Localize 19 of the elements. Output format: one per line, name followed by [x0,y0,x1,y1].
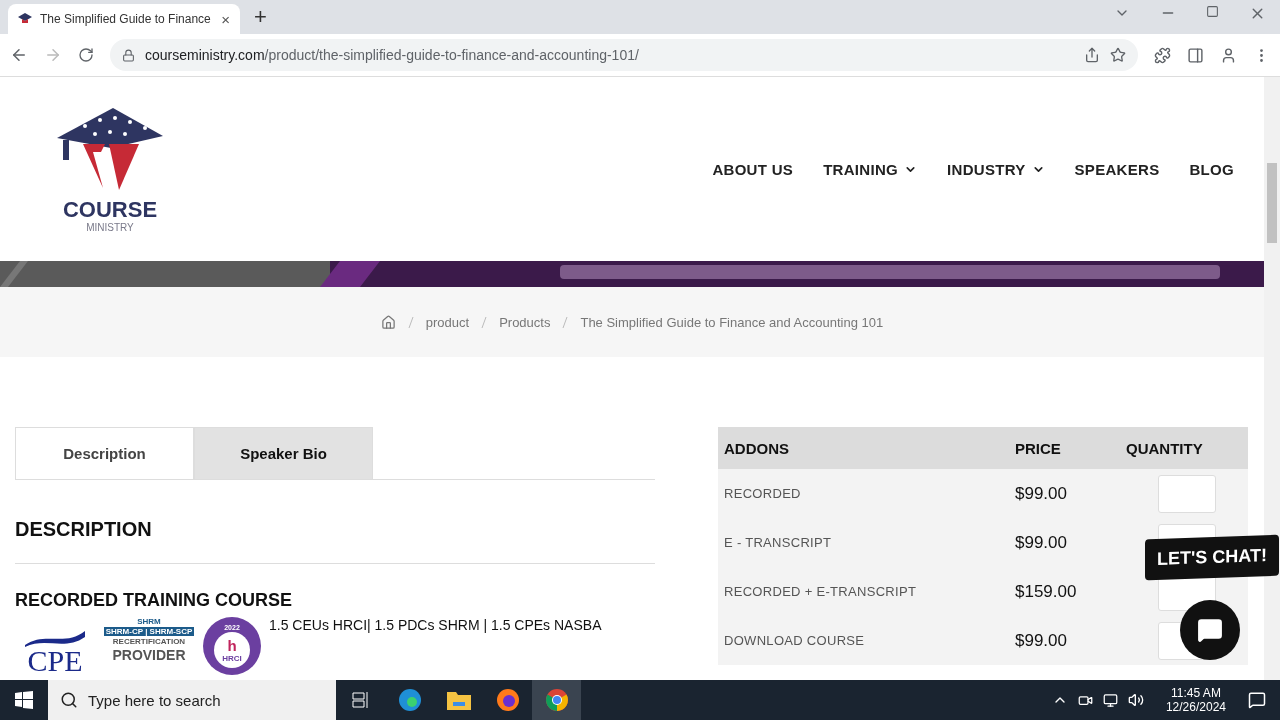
price-cell-text: $99.00 [1015,630,1068,651]
price-cell-text: $99.00 [1015,532,1068,553]
column-header: ADDONS [724,439,790,457]
section-heading: DESCRIPTION [15,518,655,564]
logo-subtitle: MINISTRY [86,221,134,233]
page-title: The Simplified Guide to Finance and Accounting 101 [580,314,884,330]
price-cell-text: $159.00 [1015,581,1078,602]
course-heading: RECORDED TRAINING COURSE [15,590,293,611]
column-header: QUANTITY [1126,439,1204,457]
credits-text: 1.5 CEUs HRCI| 1.5 PDCs SHRM | 1.5 CPEs NASBA [269,617,602,633]
column-header: PRICE [1015,439,1062,457]
logo-wordmark: COURSE [62,197,158,222]
table-cell-text: DOWNLOAD COURSE [724,633,866,648]
table-cell-text: RECORDED [724,486,802,501]
shrm-badge: SHRM SHRM-CP | SHRM-SCP RECERTIFICATION PROVIDER [103,617,195,663]
cpe-badge: CPE [15,617,95,675]
price-cell-text: $99.00 [1015,483,1068,504]
table-cell-text: E - TRANSCRIPT [724,535,833,550]
table-cell-text: RECORDED + E-TRANSCRIPT [724,584,918,599]
